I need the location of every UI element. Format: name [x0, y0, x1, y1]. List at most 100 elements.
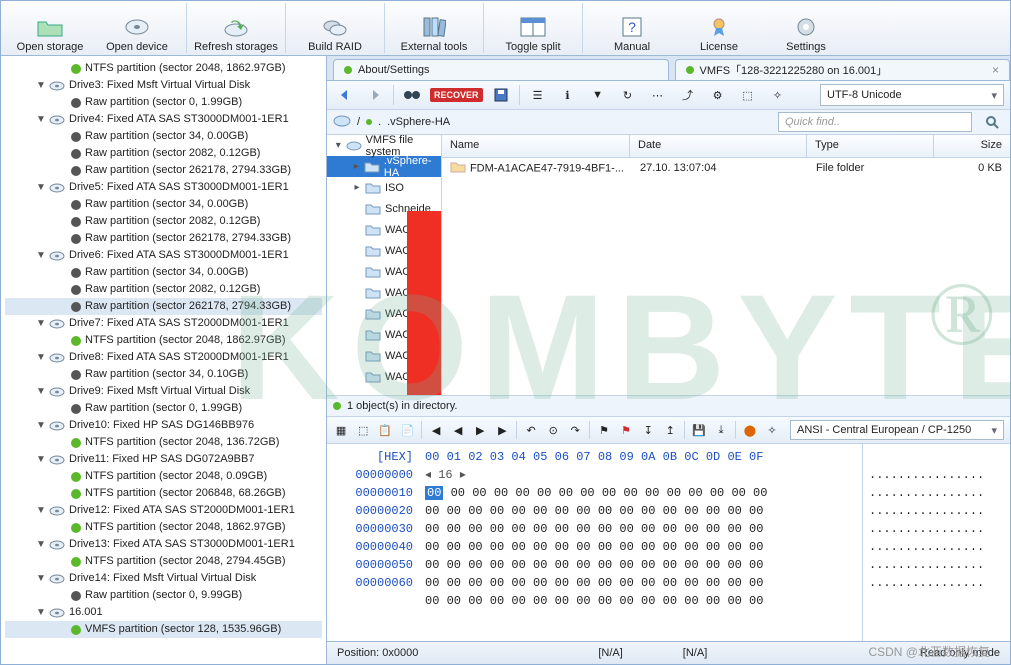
hex-view[interactable]: [HEX]00000000000000100000002000000030000… [327, 444, 1010, 641]
options-icon[interactable]: ⋯ [646, 83, 670, 107]
expand-icon[interactable]: ▼ [35, 250, 47, 262]
drive-node[interactable]: ▼Drive3: Fixed Msft Virtual Virtual Disk [5, 77, 322, 94]
hex-nav-icon[interactable]: ⊙ [545, 418, 561, 442]
recover-button[interactable]: RECOVER [430, 88, 483, 102]
list-icon[interactable]: ☰ [526, 83, 550, 107]
partition-node[interactable]: Raw partition (sector 34, 0.00GB) [5, 196, 322, 213]
refresh-icon[interactable]: ↻ [616, 83, 640, 107]
hex-nav-icon[interactable]: ◀ [428, 418, 444, 442]
file-row[interactable]: FDM-A1ACAE47-7919-4BF1-... 27.10. 13:07:… [442, 158, 1010, 178]
expand-icon[interactable]: ▸ [351, 161, 362, 173]
drive-node[interactable]: ▼Drive8: Fixed ATA SAS ST2000DM001-1ER1 [5, 349, 322, 366]
drive-node[interactable]: ▼Drive11: Fixed HP SAS DG072A9BB7 [5, 451, 322, 468]
partition-node[interactable]: Raw partition (sector 34, 0.10GB) [5, 366, 322, 383]
license-button[interactable]: License [676, 3, 763, 53]
file-list-header[interactable]: Name Date Type Size [442, 135, 1010, 158]
partition-node[interactable]: Raw partition (sector 262178, 2794.33GB) [5, 298, 322, 315]
col-date[interactable]: Date [630, 135, 807, 157]
expand-icon[interactable] [351, 287, 363, 299]
expand-icon[interactable] [351, 350, 363, 362]
expand-icon[interactable]: ▼ [35, 573, 47, 585]
hex-nav-icon[interactable]: ▶ [472, 418, 488, 442]
expand-icon[interactable] [55, 267, 67, 279]
expand-icon[interactable] [351, 203, 363, 215]
partition-node[interactable]: Raw partition (sector 34, 0.00GB) [5, 264, 322, 281]
partition-node[interactable]: Raw partition (sector 0, 1.99GB) [5, 400, 322, 417]
tab-close-icon[interactable]: × [992, 63, 999, 77]
export-icon[interactable]: ⤴ [676, 83, 700, 107]
hex-tool-icon[interactable]: ▦ [333, 418, 349, 442]
breadcrumb[interactable]: / . .vSphere-HA [333, 114, 770, 131]
partition-node[interactable]: Raw partition (sector 34, 0.00GB) [5, 128, 322, 145]
expand-icon[interactable] [351, 266, 363, 278]
expand-icon[interactable] [55, 624, 67, 636]
col-size[interactable]: Size [934, 135, 1010, 157]
manual-button[interactable]: ?Manual [589, 3, 676, 53]
expand-icon[interactable] [351, 371, 363, 383]
expand-icon[interactable] [55, 556, 67, 568]
partition-node[interactable]: NTFS partition (sector 2048, 0.09GB) [5, 468, 322, 485]
expand-icon[interactable] [351, 329, 363, 341]
partition-node[interactable]: Raw partition (sector 2082, 0.12GB) [5, 281, 322, 298]
hex-nav-icon[interactable]: ↷ [567, 418, 583, 442]
hex-nav-icon[interactable]: ▶ [494, 418, 510, 442]
vmfs-item[interactable]: ▸ISO [327, 177, 441, 198]
hex-tool-icon[interactable]: 📋 [377, 418, 393, 442]
hex-flag-icon[interactable]: ⚑ [596, 418, 612, 442]
drive-node[interactable]: ▼Drive4: Fixed ATA SAS ST3000DM001-1ER1 [5, 111, 322, 128]
partition-node[interactable]: Raw partition (sector 262178, 2794.33GB) [5, 162, 322, 179]
expand-icon[interactable] [55, 97, 67, 109]
hex-flag-icon[interactable]: ⚑ [618, 418, 634, 442]
hex-col-nav[interactable]: ◂ 16 ▸ [425, 466, 856, 484]
expand-icon[interactable] [55, 63, 67, 75]
expand-icon[interactable] [55, 216, 67, 228]
expand-icon[interactable]: ▼ [35, 114, 47, 126]
forward-icon[interactable] [363, 83, 387, 107]
drive-node[interactable]: ▼Drive5: Fixed ATA SAS ST3000DM001-1ER1 [5, 179, 322, 196]
partition-node[interactable]: NTFS partition (sector 2048, 2794.45GB) [5, 553, 322, 570]
partition-node[interactable]: Raw partition (sector 262178, 2794.33GB) [5, 230, 322, 247]
expand-icon[interactable]: ▼ [35, 352, 47, 364]
volume-node[interactable]: ▼16.001 [5, 604, 322, 621]
col-name[interactable]: Name [442, 135, 630, 157]
expand-icon[interactable]: ▼ [35, 182, 47, 194]
expand-icon[interactable]: ▼ [35, 80, 47, 92]
drive-node[interactable]: ▼Drive10: Fixed HP SAS DG146BB976 [5, 417, 322, 434]
file-list[interactable]: Name Date Type Size FDM-A1ACAE47-7919-4B… [442, 135, 1010, 395]
hex-goto-icon[interactable]: ↧ [640, 418, 656, 442]
drive-node[interactable]: ▼Drive9: Fixed Msft Virtual Virtual Disk [5, 383, 322, 400]
external-tools-button[interactable]: External tools [391, 3, 484, 53]
vmfs-tree[interactable]: ▾ VMFS file system ▸.vSphere-HA▸ISOSchne… [327, 135, 442, 395]
open-device-button[interactable]: Open device [94, 3, 187, 53]
quick-find-input[interactable]: Quick find.. [778, 112, 972, 132]
expand-icon[interactable]: ▼ [35, 539, 47, 551]
expand-icon[interactable] [351, 224, 363, 236]
hex-nav-icon[interactable]: ↶ [523, 418, 539, 442]
partition-node[interactable]: Raw partition (sector 0, 1.99GB) [5, 94, 322, 111]
filter-icon[interactable]: ▼ [586, 83, 610, 107]
drive-node[interactable]: ▼Drive12: Fixed ATA SAS ST2000DM001-1ER1 [5, 502, 322, 519]
search-icon[interactable] [980, 110, 1004, 134]
expand-icon[interactable] [55, 233, 67, 245]
toggle-split-button[interactable]: Toggle split [490, 3, 583, 53]
info-icon[interactable]: ℹ [556, 83, 580, 107]
expand-icon[interactable] [55, 335, 67, 347]
partition-node[interactable]: NTFS partition (sector 2048, 1862.97GB) [5, 60, 322, 77]
expand-icon[interactable]: ▾ [333, 140, 344, 152]
refresh-button[interactable]: Refresh storages [193, 3, 286, 53]
wand-icon[interactable]: ✧ [766, 83, 790, 107]
settings-button[interactable]: Settings [763, 3, 850, 53]
expand-icon[interactable] [55, 369, 67, 381]
expand-icon[interactable] [55, 522, 67, 534]
hex-goto-icon[interactable]: ↥ [662, 418, 678, 442]
expand-icon[interactable] [55, 488, 67, 500]
expand-icon[interactable]: ▼ [35, 420, 47, 432]
hex-save-icon[interactable]: ⤓ [713, 418, 729, 442]
vmfs-root[interactable]: ▾ VMFS file system [327, 135, 441, 156]
breadcrumb-segment[interactable]: .vSphere-HA [387, 116, 450, 128]
encoding-select[interactable]: UTF-8 Unicode [820, 84, 1004, 106]
open-storage-button[interactable]: Open storage [7, 3, 94, 53]
partition-node[interactable]: NTFS partition (sector 2048, 136.72GB) [5, 434, 322, 451]
drive-node[interactable]: ▼Drive14: Fixed Msft Virtual Virtual Dis… [5, 570, 322, 587]
tab-about[interactable]: About/Settings [333, 59, 669, 80]
